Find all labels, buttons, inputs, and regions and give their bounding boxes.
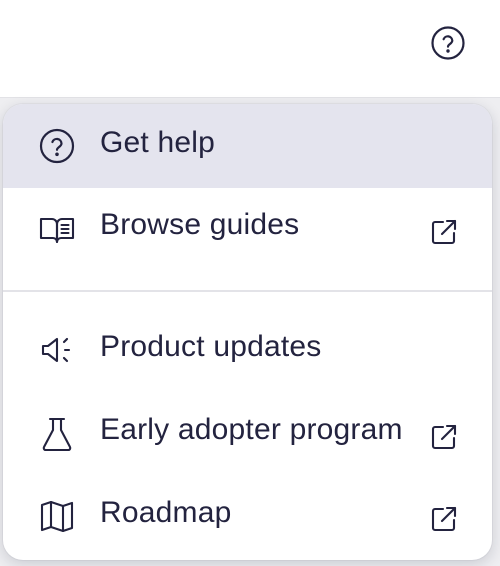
menu-item-get-help[interactable]: Get help <box>3 104 492 188</box>
megaphone-icon <box>37 330 77 370</box>
menu-item-product-updates[interactable]: Product updates <box>3 308 492 392</box>
menu-item-roadmap[interactable]: Roadmap <box>3 476 492 560</box>
menu-divider <box>3 290 492 292</box>
menu-item-browse-guides[interactable]: Browse guides <box>3 188 492 274</box>
book-icon <box>37 210 77 250</box>
external-link-icon <box>429 217 459 247</box>
top-bar <box>0 0 500 98</box>
menu-item-label: Product updates <box>100 330 322 363</box>
question-circle-icon <box>431 26 465 60</box>
question-circle-icon <box>37 126 77 166</box>
menu-item-label: Roadmap <box>100 496 232 529</box>
external-link-icon <box>429 422 459 452</box>
flask-icon <box>37 414 77 454</box>
help-dropdown-menu: Get help Browse guides Product updates E… <box>3 104 492 560</box>
menu-item-label: Get help <box>100 126 216 159</box>
map-icon <box>37 496 77 536</box>
menu-item-label: Browse guides <box>100 208 300 241</box>
external-link-icon <box>429 504 459 534</box>
menu-item-label: Early adopter program <box>100 413 403 446</box>
menu-item-early-adopter-program[interactable]: Early adopter program <box>3 392 492 476</box>
help-menu-button[interactable] <box>430 25 466 61</box>
